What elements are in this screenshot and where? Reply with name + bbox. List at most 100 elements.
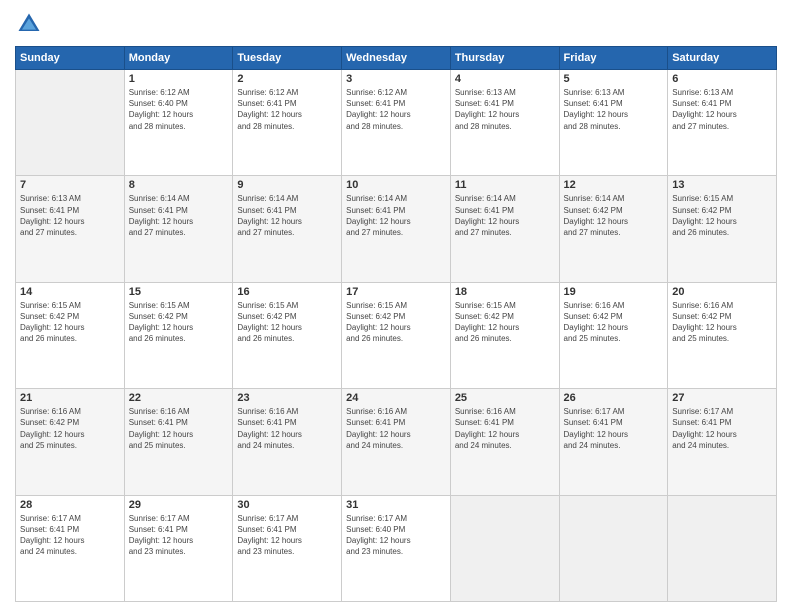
week-row-3: 14 Sunrise: 6:15 AM Sunset: 6:42 PM Dayli… [16,282,777,388]
day-number: 16 [237,286,337,298]
day-info: Sunrise: 6:16 AM Sunset: 6:41 PM Dayligh… [346,406,446,451]
day-info: Sunrise: 6:16 AM Sunset: 6:41 PM Dayligh… [455,406,555,451]
day-number: 29 [129,499,229,511]
day-info: Sunrise: 6:16 AM Sunset: 6:42 PM Dayligh… [564,300,664,345]
header-row: SundayMondayTuesdayWednesdayThursdayFrid… [16,47,777,70]
day-cell: 2Sunrise: 6:12 AM Sunset: 6:41 PM Daylig… [233,70,342,176]
header-cell-wednesday: Wednesday [342,47,451,70]
day-number: 5 [564,73,664,85]
day-cell: 23 Sunrise: 6:16 AM Sunset: 6:41 PM Dayli… [233,389,342,495]
day-number: 3 [346,73,446,85]
day-cell: 31Sunrise: 6:17 AM Sunset: 6:40 PM Dayli… [342,495,451,601]
day-info: Sunrise: 6:16 AM Sunset: 6:41 PM Dayligh… [129,406,229,451]
day-info: Sunrise: 6:12 AM Sunset: 6:41 PM Dayligh… [346,87,446,132]
day-info: Sunrise: 6:15 AM Sunset: 6:42 PM Dayligh… [672,193,772,238]
day-number: 15 [129,286,229,298]
day-number: 1 [129,73,229,85]
day-number: 26 [564,392,664,404]
day-number: 20 [672,286,772,298]
day-cell: 5 Sunrise: 6:13 AM Sunset: 6:41 PM Daylig… [559,70,668,176]
day-number: 21 [20,392,120,404]
day-info: Sunrise: 6:17 AM Sunset: 6:41 PM Dayligh… [20,513,120,558]
week-row-1: 1 Sunrise: 6:12 AM Sunset: 6:40 PM Daylig… [16,70,777,176]
day-info: Sunrise: 6:17 AM Sunset: 6:41 PM Dayligh… [237,513,337,558]
day-info: Sunrise: 6:14 AM Sunset: 6:41 PM Dayligh… [346,193,446,238]
day-number: 10 [346,179,446,191]
day-cell: 1 Sunrise: 6:12 AM Sunset: 6:40 PM Daylig… [124,70,233,176]
header-cell-thursday: Thursday [450,47,559,70]
day-number: 28 [20,499,120,511]
day-info: Sunrise: 6:13 AM Sunset: 6:41 PM Dayligh… [564,87,664,132]
day-info: Sunrise: 6:13 AM Sunset: 6:41 PM Dayligh… [20,193,120,238]
day-cell: 7 Sunrise: 6:13 AM Sunset: 6:41 PM Daylig… [16,176,125,282]
day-info: Sunrise: 6:15 AM Sunset: 6:42 PM Dayligh… [20,300,120,345]
day-cell: 14 Sunrise: 6:15 AM Sunset: 6:42 PM Dayli… [16,282,125,388]
logo [15,10,47,38]
day-cell: 20 Sunrise: 6:16 AM Sunset: 6:42 PM Dayli… [668,282,777,388]
logo-icon [15,10,43,38]
day-cell: 25 Sunrise: 6:16 AM Sunset: 6:41 PM Dayli… [450,389,559,495]
day-info: Sunrise: 6:12 AM Sunset: 6:41 PM Dayligh… [237,87,337,132]
day-info: Sunrise: 6:17 AM Sunset: 6:41 PM Dayligh… [129,513,229,558]
day-number: 25 [455,392,555,404]
day-cell: 15 Sunrise: 6:15 AM Sunset: 6:42 PM Dayli… [124,282,233,388]
day-info: Sunrise: 6:13 AM Sunset: 6:41 PM Dayligh… [672,87,772,132]
day-number: 6 [672,73,772,85]
day-number: 14 [20,286,120,298]
calendar-body: 1 Sunrise: 6:12 AM Sunset: 6:40 PM Daylig… [16,70,777,602]
day-cell: 16 Sunrise: 6:15 AM Sunset: 6:42 PM Dayli… [233,282,342,388]
day-cell: 3 Sunrise: 6:12 AM Sunset: 6:41 PM Daylig… [342,70,451,176]
week-row-2: 7 Sunrise: 6:13 AM Sunset: 6:41 PM Daylig… [16,176,777,282]
day-cell: 28 Sunrise: 6:17 AM Sunset: 6:41 PM Dayli… [16,495,125,601]
day-number: 11 [455,179,555,191]
day-number: 12 [564,179,664,191]
day-number: 9 [237,179,337,191]
day-cell [450,495,559,601]
day-info: Sunrise: 6:15 AM Sunset: 6:42 PM Dayligh… [455,300,555,345]
day-info: Sunrise: 6:14 AM Sunset: 6:41 PM Dayligh… [455,193,555,238]
day-cell [559,495,668,601]
day-info: Sunrise: 6:16 AM Sunset: 6:42 PM Dayligh… [20,406,120,451]
day-cell: 24 Sunrise: 6:16 AM Sunset: 6:41 PM Dayli… [342,389,451,495]
day-info: Sunrise: 6:17 AM Sunset: 6:41 PM Dayligh… [672,406,772,451]
day-cell: 27 Sunrise: 6:17 AM Sunset: 6:41 PM Dayli… [668,389,777,495]
calendar-table: SundayMondayTuesdayWednesdayThursdayFrid… [15,46,777,602]
day-cell: 18 Sunrise: 6:15 AM Sunset: 6:42 PM Dayli… [450,282,559,388]
day-cell: 8 Sunrise: 6:14 AM Sunset: 6:41 PM Daylig… [124,176,233,282]
day-number: 27 [672,392,772,404]
day-info: Sunrise: 6:14 AM Sunset: 6:42 PM Dayligh… [564,193,664,238]
day-cell [16,70,125,176]
day-number: 8 [129,179,229,191]
day-number: 24 [346,392,446,404]
day-cell: 21 Sunrise: 6:16 AM Sunset: 6:42 PM Dayli… [16,389,125,495]
day-info: Sunrise: 6:12 AM Sunset: 6:40 PM Dayligh… [129,87,229,132]
header [15,10,777,38]
day-number: 23 [237,392,337,404]
header-cell-sunday: Sunday [16,47,125,70]
day-info: Sunrise: 6:15 AM Sunset: 6:42 PM Dayligh… [346,300,446,345]
day-number: 22 [129,392,229,404]
day-cell: 9 Sunrise: 6:14 AM Sunset: 6:41 PM Daylig… [233,176,342,282]
day-number: 19 [564,286,664,298]
day-number: 7 [20,179,120,191]
day-info: Sunrise: 6:13 AM Sunset: 6:41 PM Dayligh… [455,87,555,132]
day-cell: 17 Sunrise: 6:15 AM Sunset: 6:42 PM Dayli… [342,282,451,388]
day-info: Sunrise: 6:16 AM Sunset: 6:42 PM Dayligh… [672,300,772,345]
week-row-4: 21 Sunrise: 6:16 AM Sunset: 6:42 PM Dayli… [16,389,777,495]
day-number: 17 [346,286,446,298]
header-cell-friday: Friday [559,47,668,70]
day-info: Sunrise: 6:17 AM Sunset: 6:41 PM Dayligh… [564,406,664,451]
day-info: Sunrise: 6:14 AM Sunset: 6:41 PM Dayligh… [237,193,337,238]
day-info: Sunrise: 6:15 AM Sunset: 6:42 PM Dayligh… [129,300,229,345]
page: SundayMondayTuesdayWednesdayThursdayFrid… [0,0,792,612]
day-info: Sunrise: 6:16 AM Sunset: 6:41 PM Dayligh… [237,406,337,451]
day-cell: 30Sunrise: 6:17 AM Sunset: 6:41 PM Dayli… [233,495,342,601]
day-cell: 6 Sunrise: 6:13 AM Sunset: 6:41 PM Daylig… [668,70,777,176]
day-cell: 19 Sunrise: 6:16 AM Sunset: 6:42 PM Dayli… [559,282,668,388]
day-number: 18 [455,286,555,298]
day-cell: 26 Sunrise: 6:17 AM Sunset: 6:41 PM Dayli… [559,389,668,495]
calendar-header: SundayMondayTuesdayWednesdayThursdayFrid… [16,47,777,70]
day-info: Sunrise: 6:15 AM Sunset: 6:42 PM Dayligh… [237,300,337,345]
day-info: Sunrise: 6:14 AM Sunset: 6:41 PM Dayligh… [129,193,229,238]
day-cell: 22 Sunrise: 6:16 AM Sunset: 6:41 PM Dayli… [124,389,233,495]
